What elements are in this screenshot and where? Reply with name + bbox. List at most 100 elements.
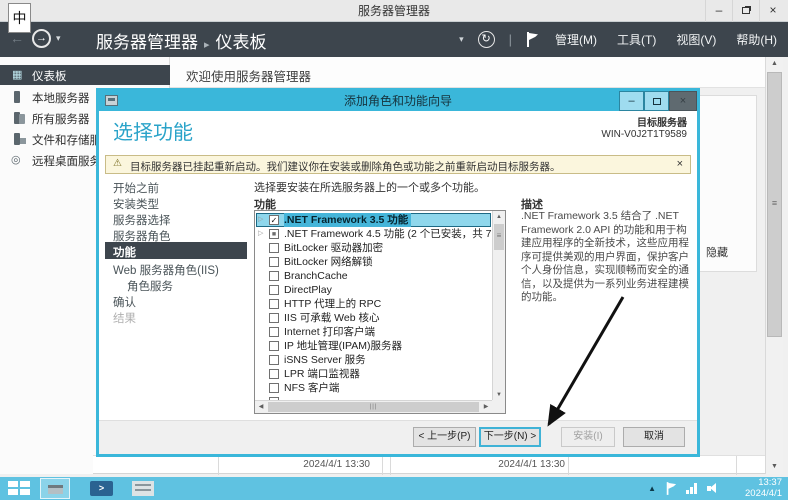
sidebar-item-dashboard[interactable]: ▦ 仪表板 (0, 65, 170, 85)
ime-indicator[interactable]: 中 (8, 3, 31, 33)
menu-tools[interactable]: 工具(T) (614, 31, 659, 48)
feature-row-net35[interactable]: ▷ ✓ .NET Framework 3.5 功能 (256, 213, 491, 227)
wizard-icon (105, 95, 118, 106)
checkbox-unchecked[interactable] (269, 313, 279, 323)
start-button[interactable] (8, 481, 30, 496)
target-server-label: 目标服务器 (601, 114, 687, 129)
list-horizontal-scrollbar[interactable]: ◀ ||| ▶ (255, 400, 492, 413)
dialog-maximize-button[interactable] (644, 91, 669, 111)
dialog-minimize-button[interactable]: – (619, 91, 644, 111)
checkbox-unchecked[interactable] (269, 285, 279, 295)
breadcrumb-current[interactable]: 仪表板 (216, 33, 267, 52)
taskbar: > ▲ 13:37 2024/4/1 (0, 477, 788, 500)
breadcrumb-root[interactable]: 服务器管理器 (96, 33, 198, 52)
feature-label: DirectPlay (284, 283, 491, 297)
window-restore-button[interactable] (732, 0, 759, 22)
warning-text: 目标服务器已挂起重新启动。我们建议你在安装或删除角色或功能之前重新启动目标服务器… (130, 159, 561, 174)
checkbox-unchecked[interactable] (269, 271, 279, 281)
checkbox-unchecked[interactable] (269, 243, 279, 253)
checkbox-unchecked[interactable] (269, 341, 279, 351)
wizard-nav-server-selection[interactable]: 服务器选择 (113, 212, 171, 228)
restart-warning-banner: ⚠ 目标服务器已挂起重新启动。我们建议你在安装或删除角色或功能之前重新启动目标服… (105, 155, 691, 174)
notification-flag-icon[interactable] (526, 32, 538, 47)
taskbar-powershell-button[interactable]: > (90, 481, 113, 496)
wizard-nav-role-services[interactable]: 角色服务 (127, 278, 173, 294)
wizard-nav-web-server-iis[interactable]: Web 服务器角色(IIS) (113, 262, 219, 278)
event-timestamp: 2024/4/1 13:30 (465, 459, 565, 470)
forward-arrow-icon[interactable]: → (32, 29, 51, 48)
wizard-nav-confirmation[interactable]: 确认 (113, 294, 136, 310)
expander-icon[interactable]: ▷ (258, 229, 263, 237)
checkbox-unchecked[interactable] (269, 327, 279, 337)
wizard-nav-features-selected[interactable]: 功能 (105, 242, 247, 259)
feature-row-net45[interactable]: ▷ ■ .NET Framework 4.5 功能 (2 个已安装，共 7 个) (256, 227, 491, 241)
feature-row-bitlocker-drive[interactable]: BitLocker 驱动器加密 (256, 241, 491, 255)
cancel-button[interactable]: 取消 (623, 427, 685, 447)
feature-label: iSNS Server 服务 (284, 353, 491, 367)
window-close-button[interactable]: × (759, 0, 786, 22)
dashboard-icon: ▦ (12, 68, 22, 81)
checkbox-unchecked[interactable] (269, 299, 279, 309)
notifications-caret-icon[interactable]: ▾ (459, 34, 464, 45)
scroll-left-icon[interactable]: ◀ (255, 401, 267, 413)
breadcrumb-separator-icon: ▸ (198, 39, 216, 51)
feature-label: LPR 端口监视器 (284, 367, 491, 381)
next-button[interactable]: 下一步(N) > (479, 427, 541, 447)
list-vertical-scrollbar[interactable]: ▲ ≡ ▼ (492, 211, 505, 401)
main-scrollbar[interactable]: ▲ ≡ ▼ (765, 57, 783, 474)
page-title: 选择功能 (113, 116, 193, 145)
install-button[interactable]: 安装(I) (561, 427, 615, 447)
scroll-right-icon[interactable]: ▶ (480, 401, 492, 413)
previous-button[interactable]: < 上一步(P) (413, 427, 476, 447)
wizard-nav-install-type[interactable]: 安装类型 (113, 196, 159, 212)
network-icon[interactable] (686, 483, 698, 494)
volume-icon[interactable] (707, 483, 718, 494)
scrollbar-thumb[interactable]: ||| (268, 402, 479, 412)
checkbox-unchecked[interactable] (269, 383, 279, 393)
scroll-up-icon[interactable]: ▲ (766, 57, 783, 71)
flag-pole (667, 482, 669, 495)
scroll-up-icon[interactable]: ▲ (493, 211, 505, 223)
scroll-down-icon[interactable]: ▼ (766, 460, 783, 474)
feature-label: IP 地址管理(IPAM)服务器 (284, 339, 491, 353)
menu-manage[interactable]: 管理(M) (552, 31, 600, 48)
feature-row-directplay[interactable]: DirectPlay (256, 283, 491, 297)
feature-row-branchcache[interactable]: BranchCache (256, 269, 491, 283)
checkbox-unchecked[interactable] (269, 369, 279, 379)
taskbar-explorer-button[interactable] (132, 481, 154, 496)
checkbox-unchecked[interactable] (269, 355, 279, 365)
table-divider (736, 456, 737, 475)
scrollbar-thumb[interactable]: ≡ (767, 72, 782, 337)
refresh-icon[interactable]: ↻ (478, 31, 495, 48)
tray-expand-icon[interactable]: ▲ (648, 484, 656, 493)
scrollbar-thumb[interactable]: ≡ (494, 224, 504, 250)
feature-row-internet-print-client[interactable]: Internet 打印客户端 (256, 325, 491, 339)
window-minimize-button[interactable]: – (705, 0, 732, 22)
checkbox-unchecked[interactable] (269, 257, 279, 267)
menu-view[interactable]: 视图(V) (673, 31, 719, 48)
feature-row-bitlocker-network[interactable]: BitLocker 网络解锁 (256, 255, 491, 269)
maximize-icon (653, 98, 661, 105)
feature-row-ipam[interactable]: IP 地址管理(IPAM)服务器 (256, 339, 491, 353)
action-center-flag-icon[interactable] (666, 482, 676, 495)
hide-link[interactable]: 隐藏 (706, 244, 728, 260)
warning-close-icon[interactable]: × (677, 158, 683, 170)
forward-caret-icon[interactable]: ▾ (56, 33, 61, 44)
menu-help[interactable]: 帮助(H) (733, 31, 780, 48)
feature-row-isns[interactable]: iSNS Server 服务 (256, 353, 491, 367)
feature-row-lpr[interactable]: LPR 端口监视器 (256, 367, 491, 381)
windows-logo-icon (8, 489, 18, 495)
flag-cloth (529, 33, 538, 40)
wizard-nav-results: 结果 (113, 310, 136, 326)
checkbox-partial[interactable]: ■ (269, 229, 279, 239)
taskbar-server-manager-button[interactable] (40, 478, 70, 499)
taskbar-clock[interactable]: 13:37 2024/4/1 (745, 478, 782, 499)
checkbox-checked[interactable]: ✓ (269, 215, 279, 225)
dialog-close-button[interactable]: × (669, 91, 697, 111)
wizard-nav-before-begin[interactable]: 开始之前 (113, 180, 159, 196)
feature-row-rpc-http-proxy[interactable]: HTTP 代理上的 RPC (256, 297, 491, 311)
feature-row-iis-hostable-core[interactable]: IIS 可承载 Web 核心 (256, 311, 491, 325)
feature-row-nfs-client[interactable]: NFS 客户端 (256, 381, 491, 395)
dialog-titlebar[interactable]: 添加角色和功能向导 – × (99, 91, 697, 111)
expander-icon[interactable]: ▷ (258, 215, 263, 223)
